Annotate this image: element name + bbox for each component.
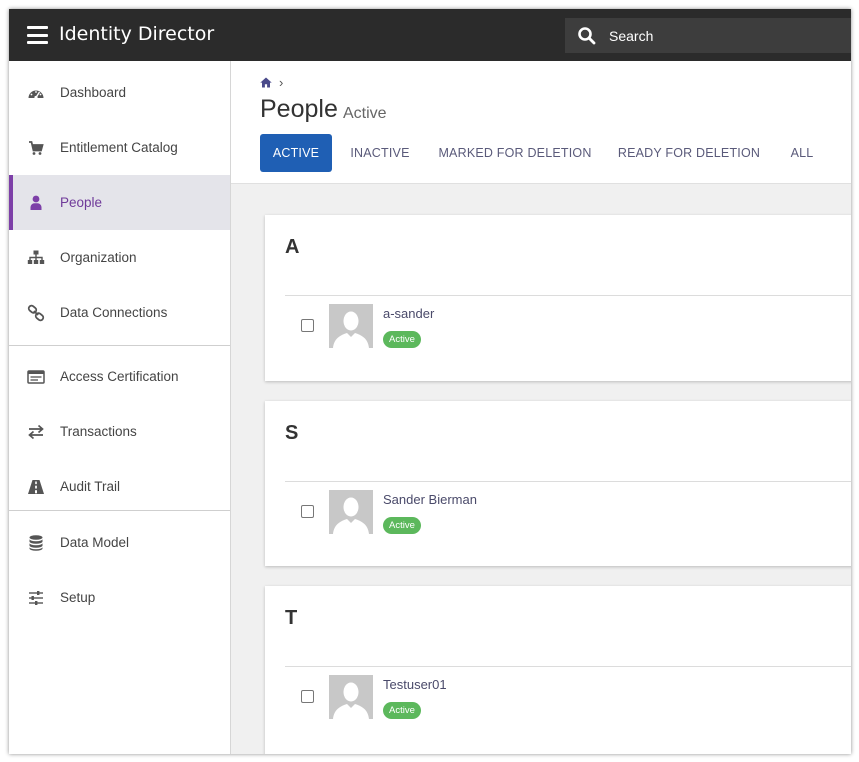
tab-all[interactable]: ALL — [780, 134, 824, 172]
sidebar-item-entitlement-catalog[interactable]: Entitlement Catalog — [9, 120, 230, 175]
sidebar-item-label: Entitlement Catalog — [60, 140, 178, 155]
exchange-icon — [28, 424, 44, 439]
tab-inactive[interactable]: INACTIVE — [342, 134, 418, 172]
select-checkbox[interactable] — [301, 319, 314, 332]
sidebar-item-label: Access Certification — [60, 369, 179, 384]
sidebar-item-audit-trail[interactable]: Audit Trail — [9, 459, 230, 514]
sidebar-item-label: Data Connections — [60, 305, 168, 320]
breadcrumb: › — [260, 75, 283, 90]
select-checkbox[interactable] — [301, 505, 314, 518]
group-divider — [285, 481, 851, 482]
default-avatar-icon — [329, 675, 373, 719]
group-letter: S — [285, 422, 299, 444]
sidebar-item-people[interactable]: People — [9, 175, 230, 230]
user-icon — [30, 195, 42, 210]
page-title: People — [260, 95, 338, 123]
select-checkbox[interactable] — [301, 690, 314, 703]
avatar[interactable] — [329, 675, 373, 719]
person-name-link[interactable]: a-sander — [383, 306, 434, 321]
page-header: › People Active ACTIVE INACTIVE MARKED F… — [231, 61, 851, 184]
search-icon — [578, 27, 596, 45]
search-box[interactable] — [565, 18, 851, 53]
home-icon[interactable] — [260, 77, 272, 88]
default-avatar-icon — [329, 490, 373, 534]
sidebar-divider — [9, 345, 230, 346]
sidebar-item-label: Organization — [60, 250, 137, 265]
group-card-t: T Testuser01 Active — [265, 586, 851, 754]
avatar[interactable] — [329, 490, 373, 534]
road-icon — [28, 479, 44, 494]
group-divider — [285, 666, 851, 667]
group-letter: A — [285, 236, 300, 258]
tab-ready-for-deletion[interactable]: READY FOR DELETION — [612, 134, 766, 172]
group-divider — [285, 295, 851, 296]
group-card-s: S Sander Bierman Active — [265, 401, 851, 566]
sidebar: Dashboard Entitlement Catalog People Org… — [9, 61, 231, 754]
database-icon — [29, 534, 43, 551]
breadcrumb-separator: › — [279, 75, 284, 90]
person-name-link[interactable]: Sander Bierman — [383, 492, 477, 507]
sidebar-item-transactions[interactable]: Transactions — [9, 404, 230, 459]
person-name-link[interactable]: Testuser01 — [383, 677, 447, 692]
default-avatar-icon — [329, 304, 373, 348]
sidebar-item-label: Dashboard — [60, 85, 127, 100]
status-badge: Active — [383, 702, 421, 719]
sidebar-item-organization[interactable]: Organization — [9, 230, 230, 285]
sidebar-item-label: People — [60, 195, 103, 210]
sitemap-icon — [27, 250, 45, 264]
status-badge: Active — [383, 517, 421, 534]
app-window: Identity Director Dashboard — [9, 9, 851, 754]
search-input[interactable] — [609, 26, 839, 46]
sidebar-item-label: Data Model — [60, 535, 130, 550]
status-badge: Active — [383, 331, 421, 348]
certificate-icon — [27, 369, 45, 384]
page-subtitle: Active — [343, 105, 387, 122]
cart-icon — [29, 140, 44, 155]
dashboard-icon — [28, 90, 44, 99]
sidebar-item-access-certification[interactable]: Access Certification — [9, 349, 230, 404]
top-bar: Identity Director — [9, 9, 851, 61]
sliders-icon — [29, 590, 43, 605]
app-title: Identity Director — [59, 23, 215, 45]
sidebar-item-label: Setup — [60, 590, 96, 605]
tab-active[interactable]: ACTIVE — [260, 134, 332, 172]
sidebar-item-data-connections[interactable]: Data Connections — [9, 285, 230, 340]
sidebar-item-label: Audit Trail — [60, 479, 121, 494]
group-letter: T — [285, 607, 298, 629]
avatar[interactable] — [329, 304, 373, 348]
sidebar-item-setup[interactable]: Setup — [9, 570, 230, 625]
sidebar-item-data-model[interactable]: Data Model — [9, 515, 230, 570]
group-card-a: A a-sander Active — [265, 215, 851, 381]
hamburger-menu-icon[interactable] — [27, 26, 48, 44]
sidebar-item-label: Transactions — [60, 424, 137, 439]
tab-marked-for-deletion[interactable]: MARKED FOR DELETION — [432, 134, 598, 172]
main-content: › People Active ACTIVE INACTIVE MARKED F… — [231, 61, 851, 754]
sidebar-divider — [9, 510, 230, 511]
sidebar-item-dashboard[interactable]: Dashboard — [9, 65, 230, 120]
link-icon — [27, 304, 45, 321]
